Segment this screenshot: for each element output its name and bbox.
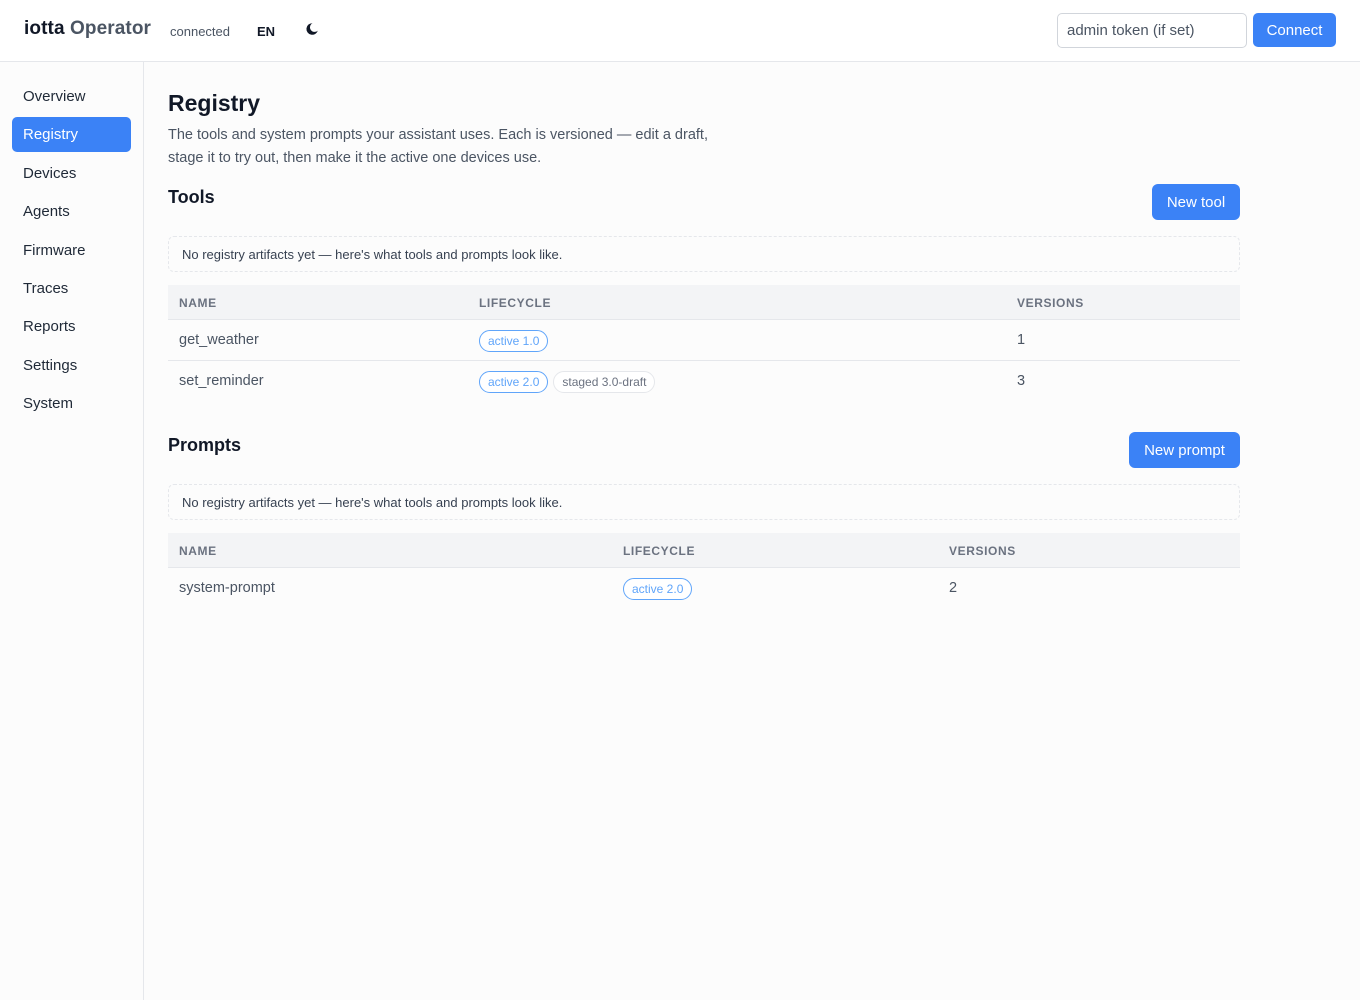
moon-icon[interactable] xyxy=(303,20,321,38)
prompts-table: NAME LIFECYCLE VERSIONS system-prompt ac… xyxy=(168,533,1240,609)
tool-name[interactable]: get_weather xyxy=(179,332,259,348)
top-bar: iotta Operator connected EN Connect xyxy=(0,0,1360,62)
sidebar: Overview Registry Devices Agents Firmwar… xyxy=(0,62,144,1000)
new-prompt-button[interactable]: New prompt xyxy=(1129,432,1240,468)
prompts-notice: No registry artifacts yet — here's what … xyxy=(168,484,1240,520)
sidebar-item-system[interactable]: System xyxy=(12,386,131,421)
version-count: 1 xyxy=(1017,332,1026,348)
prompt-name[interactable]: system-prompt xyxy=(179,580,275,596)
table-row[interactable]: get_weather active 1.0 1 xyxy=(168,320,1240,361)
sidebar-item-registry[interactable]: Registry xyxy=(12,117,131,152)
column-header-lifecycle[interactable]: LIFECYCLE xyxy=(479,296,551,310)
admin-token-input[interactable] xyxy=(1057,13,1247,48)
sidebar-item-agents[interactable]: Agents xyxy=(12,194,131,229)
page-description: The tools and system prompts your assist… xyxy=(168,127,708,166)
column-header-lifecycle[interactable]: LIFECYCLE xyxy=(623,544,695,558)
table-header: NAME LIFECYCLE VERSIONS xyxy=(168,533,1240,568)
sidebar-item-overview[interactable]: Overview xyxy=(12,79,131,114)
sidebar-item-traces[interactable]: Traces xyxy=(12,271,131,306)
column-header-name[interactable]: NAME xyxy=(179,296,217,310)
tools-table: NAME LIFECYCLE VERSIONS get_weather acti… xyxy=(168,285,1240,402)
column-header-name[interactable]: NAME xyxy=(179,544,217,558)
version-count: 3 xyxy=(1017,373,1026,389)
lifecycle-badges: active 2.0 xyxy=(623,578,693,600)
new-tool-button[interactable]: New tool xyxy=(1152,184,1240,220)
sidebar-item-firmware[interactable]: Firmware xyxy=(12,233,131,268)
staged-version-badge: staged 3.0-draft xyxy=(553,371,656,393)
active-version-badge: active 2.0 xyxy=(479,371,549,393)
tools-section-title: Tools xyxy=(168,187,215,207)
lifecycle-badges: active 1.0 xyxy=(479,330,549,352)
lifecycle-badges: active 2.0 staged 3.0-draft xyxy=(479,371,656,393)
brand-logo[interactable]: iotta Operator xyxy=(24,18,151,40)
sidebar-item-settings[interactable]: Settings xyxy=(12,348,131,383)
sidebar-item-reports[interactable]: Reports xyxy=(12,309,131,344)
prompts-section-title: Prompts xyxy=(168,435,242,455)
connect-button[interactable]: Connect xyxy=(1253,13,1336,47)
language-toggle[interactable]: EN xyxy=(257,24,275,39)
brand-suffix: Operator xyxy=(70,18,152,39)
connection-status: connected xyxy=(170,24,230,39)
sidebar-item-devices[interactable]: Devices xyxy=(12,156,131,191)
page-title: Registry xyxy=(168,90,261,116)
brand-name: iotta xyxy=(24,18,65,39)
column-header-versions[interactable]: VERSIONS xyxy=(1017,296,1084,310)
active-version-badge: active 2.0 xyxy=(623,578,693,600)
version-count: 2 xyxy=(949,580,958,596)
tools-notice: No registry artifacts yet — here's what … xyxy=(168,236,1240,272)
column-header-versions[interactable]: VERSIONS xyxy=(949,544,1016,558)
table-row[interactable]: set_reminder active 2.0 staged 3.0-draft… xyxy=(168,361,1240,402)
table-row[interactable]: system-prompt active 2.0 2 xyxy=(168,568,1240,609)
tool-name[interactable]: set_reminder xyxy=(179,373,264,389)
table-header: NAME LIFECYCLE VERSIONS xyxy=(168,285,1240,320)
active-version-badge: active 1.0 xyxy=(479,330,549,352)
